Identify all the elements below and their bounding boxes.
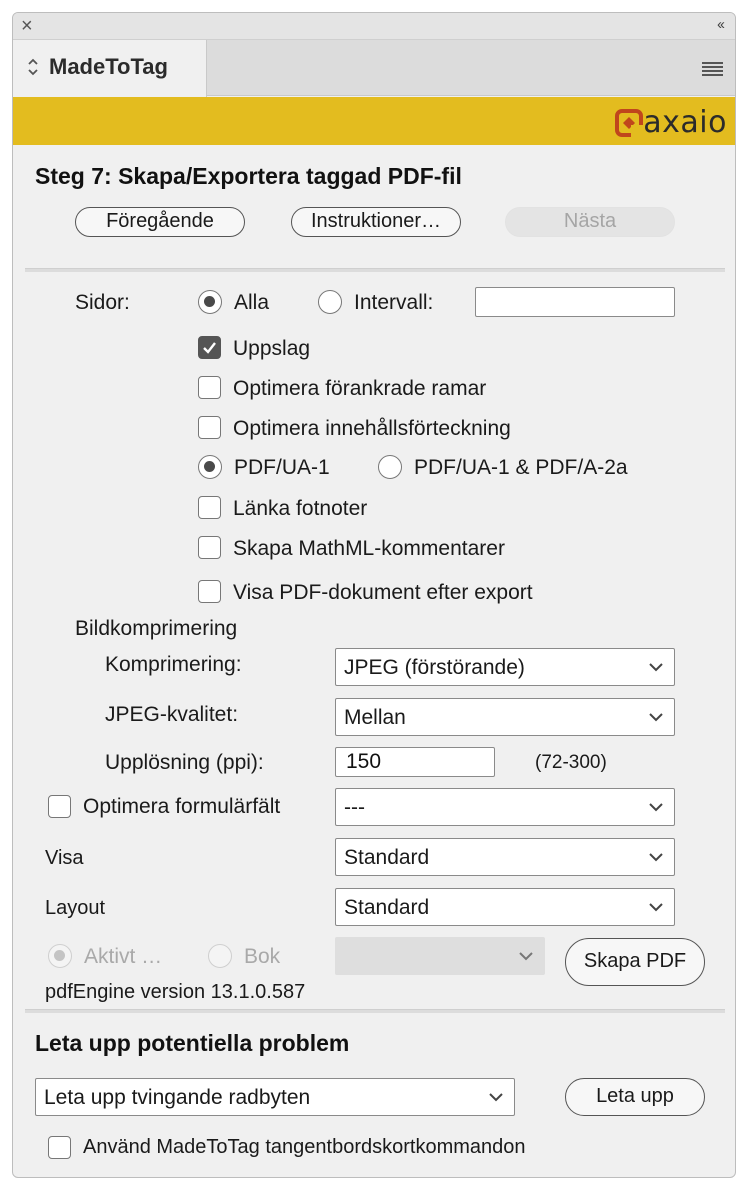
expand-collapse-icon[interactable] [27, 56, 39, 78]
pdfua1-pdfa2a-radio[interactable] [378, 455, 402, 479]
section-divider [25, 1009, 725, 1013]
keyboard-shortcuts-label: Använd MadeToTag tangentbordskortkommand… [83, 1136, 526, 1158]
checkmark-icon [203, 342, 216, 354]
optimize-anchored-label: Optimera förankrade ramar [233, 377, 487, 400]
compression-select[interactable]: JPEG (förstörande) [335, 648, 675, 686]
keyboard-shortcuts-checkbox[interactable] [48, 1136, 71, 1159]
compression-label: Komprimering: [105, 653, 242, 676]
chevron-down-icon [489, 1093, 503, 1102]
problem-search-select[interactable]: Leta upp tvingande radbyten [35, 1078, 515, 1116]
step-title: Steg 7: Skapa/Exportera taggad PDF-fil [35, 163, 462, 189]
book-select[interactable] [335, 937, 545, 975]
pdfua1-radio[interactable] [198, 455, 222, 479]
tab-label: MadeToTag [49, 54, 168, 79]
previous-button[interactable]: Föregående [75, 207, 245, 237]
optimize-toc-checkbox[interactable] [198, 416, 221, 439]
active-document-radio[interactable] [48, 944, 72, 968]
mathml-checkbox[interactable] [198, 536, 221, 559]
optimize-anchored-checkbox[interactable] [198, 376, 221, 399]
engine-version: pdfEngine version 13.1.0.587 [45, 981, 306, 1003]
next-button[interactable]: Nästa [505, 207, 675, 237]
compression-value: JPEG (förstörande) [344, 656, 525, 679]
chevron-down-icon [649, 803, 663, 812]
form-fields-value: --- [344, 796, 365, 819]
resolution-range-hint: (72-300) [535, 752, 607, 773]
chevron-down-icon [649, 903, 663, 912]
axaio-logo-icon [615, 109, 643, 137]
search-problems-button[interactable]: Leta upp [565, 1078, 705, 1116]
panel-menu-icon[interactable] [702, 62, 723, 76]
pdfua1-pdfa2a-label: PDF/UA-1 & PDF/A-2a [414, 456, 628, 479]
view-select[interactable]: Standard [335, 838, 675, 876]
pdfua1-label: PDF/UA-1 [234, 456, 330, 479]
optimize-toc-label: Optimera innehållsförteckning [233, 417, 511, 440]
axaio-logo-text: axaio [643, 105, 727, 140]
close-icon[interactable]: × [21, 15, 33, 37]
link-footnotes-label: Länka fotnoter [233, 497, 368, 520]
panel-tab-row: MadeToTag [13, 40, 735, 97]
optimize-form-fields-label: Optimera formulärfält [83, 795, 281, 818]
layout-label: Layout [45, 897, 106, 919]
book-radio[interactable] [208, 944, 232, 968]
jpeg-quality-label: JPEG-kvalitet: [105, 703, 239, 726]
pages-label: Sidor: [75, 291, 130, 314]
problems-heading: Leta upp potentiella problem [35, 1030, 350, 1056]
madetotag-panel: × ‹‹ MadeToTag axaio Steg 7: Skapa/Expor… [12, 12, 736, 1178]
panel-title-bar: × ‹‹ [13, 13, 735, 40]
chevron-down-icon [649, 663, 663, 672]
show-pdf-label: Visa PDF-dokument efter export [233, 581, 533, 604]
spreads-checkbox[interactable] [198, 336, 221, 359]
form-fields-select[interactable]: --- [335, 788, 675, 826]
jpeg-quality-select[interactable]: Mellan [335, 698, 675, 736]
pages-range-label: Intervall: [354, 291, 434, 314]
problem-search-value: Leta upp tvingande radbyten [44, 1086, 311, 1109]
collapse-icon[interactable]: ‹‹ [717, 16, 725, 33]
link-footnotes-checkbox[interactable] [198, 496, 221, 519]
show-pdf-checkbox[interactable] [198, 580, 221, 603]
book-label: Bok [244, 945, 281, 968]
brand-bar: axaio [13, 97, 735, 145]
resolution-label: Upplösning (ppi): [105, 751, 264, 774]
layout-select[interactable]: Standard [335, 888, 675, 926]
chevron-down-icon [649, 713, 663, 722]
pages-all-label: Alla [234, 291, 270, 314]
optimize-form-fields-checkbox[interactable] [48, 795, 71, 818]
view-value: Standard [344, 846, 430, 869]
jpeg-quality-value: Mellan [344, 706, 406, 729]
chevron-down-icon [649, 853, 663, 862]
section-divider [25, 268, 725, 272]
spreads-label: Uppslag [233, 337, 311, 360]
create-pdf-button[interactable]: Skapa PDF [565, 938, 705, 986]
pages-range-input[interactable] [475, 287, 675, 317]
pages-range-radio[interactable] [318, 290, 342, 314]
mathml-label: Skapa MathML-kommentarer [233, 537, 505, 560]
instructions-button[interactable]: Instruktioner… [291, 207, 461, 237]
active-document-label: Aktivt … [84, 945, 163, 968]
layout-value: Standard [344, 896, 430, 919]
resolution-input[interactable]: 150 [335, 747, 495, 777]
chevron-down-icon [519, 952, 533, 961]
view-label: Visa [45, 847, 84, 869]
pages-all-radio[interactable] [198, 290, 222, 314]
tab-madetotag[interactable]: MadeToTag [13, 40, 207, 97]
image-compression-heading: Bildkomprimering [75, 617, 238, 640]
